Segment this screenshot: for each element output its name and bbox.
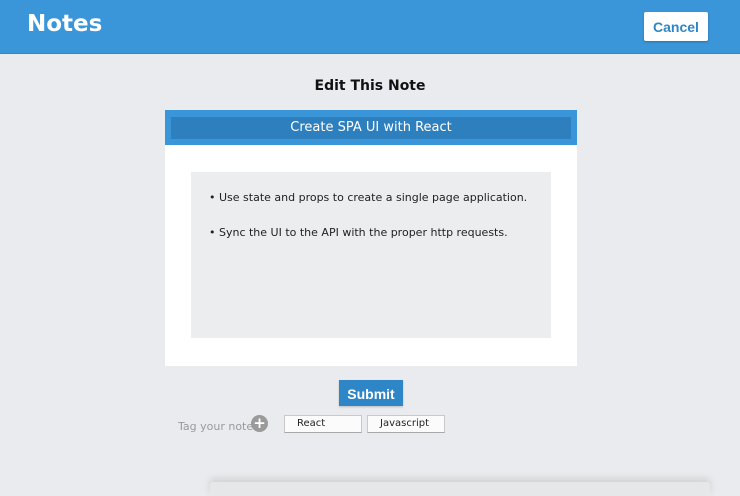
note-title-bar (165, 110, 577, 145)
note-body-line: • Use state and props to create a single… (209, 191, 528, 204)
note-body-line: • Sync the UI to the API with the proper… (209, 226, 508, 239)
submit-button[interactable]: Submit (339, 380, 403, 406)
app-header: Notes Cancel (0, 0, 740, 54)
app-title: Notes (27, 11, 103, 37)
page-title: Edit This Note (314, 78, 426, 94)
note-title-input[interactable] (171, 117, 571, 139)
plus-circle-icon[interactable]: + (251, 415, 268, 432)
tag-label: Tag your note: (178, 420, 257, 433)
tag-chip-javascript[interactable]: Javascript (367, 415, 445, 433)
note-body-textarea[interactable]: • Use state and props to create a single… (191, 172, 551, 338)
tag-chip-react[interactable]: React (284, 415, 362, 433)
note-editor-card: • Use state and props to create a single… (165, 110, 577, 366)
cancel-button[interactable]: Cancel (644, 12, 708, 41)
bottom-panel-edge (210, 482, 710, 496)
